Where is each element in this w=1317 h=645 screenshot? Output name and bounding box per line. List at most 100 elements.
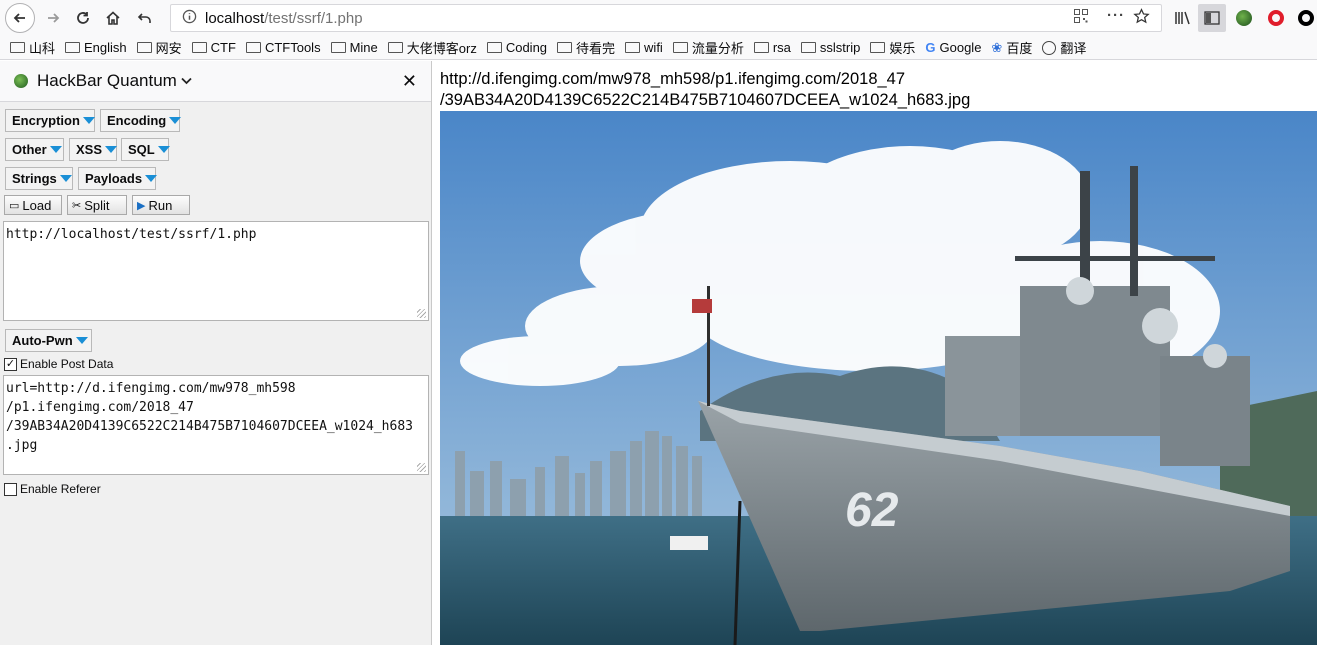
more-icon[interactable]: ···	[1107, 7, 1125, 24]
home-icon[interactable]	[99, 4, 127, 32]
opera-icon[interactable]	[1264, 4, 1288, 32]
bookmark-label: 大佬博客orz	[406, 41, 477, 56]
address-bar[interactable]: localhost/test/ssrf/1.php ···	[170, 4, 1162, 32]
menu-label: Strings	[12, 171, 57, 186]
load-button[interactable]: ▭ Load	[4, 195, 62, 215]
bookmark-translate[interactable]: 翻译	[1042, 38, 1086, 57]
bookmark-label: 翻译	[1060, 41, 1087, 56]
checkbox-label: Enable Post Data	[20, 357, 114, 371]
undo-icon[interactable]	[131, 4, 159, 32]
folder-icon	[10, 42, 25, 53]
menu-label: Auto-Pwn	[12, 333, 73, 348]
chevron-down-icon[interactable]	[181, 74, 192, 88]
library-icon[interactable]	[1170, 4, 1196, 32]
bookmark-label: CTF	[210, 40, 236, 55]
bookmarks-bar: 山科 English 网安 CTF CTFTools Mine 大佬博客orz …	[0, 36, 1317, 60]
bookmark-label: 待看完	[576, 41, 616, 56]
checkbox-checked-icon[interactable]: ✓	[4, 357, 17, 371]
checkbox-unchecked-icon[interactable]	[4, 482, 17, 496]
run-button[interactable]: ▶ Run	[132, 195, 190, 215]
globe-icon	[1042, 40, 1057, 55]
sidebar-title[interactable]: HackBar Quantum	[37, 71, 177, 91]
other-menu[interactable]: Other	[5, 138, 64, 161]
bookmark-folder[interactable]: CTF	[191, 40, 236, 55]
folder-icon	[191, 42, 207, 53]
sidebar-icon[interactable]	[1198, 4, 1226, 32]
folder-icon	[557, 42, 573, 53]
bookmark-folder[interactable]: 大佬博客orz	[387, 38, 477, 57]
hackbar-sidebar: HackBar Quantum ✕ Encryption Encoding Ot…	[0, 61, 432, 645]
sql-menu[interactable]: SQL	[121, 138, 170, 161]
bookmark-folder[interactable]: Mine	[330, 40, 378, 55]
post-data-textarea[interactable]: url=http://d.ifengimg.com/mw978_mh598 /p…	[3, 375, 429, 475]
folder-icon	[245, 42, 261, 53]
dropdown-arrow-icon	[145, 175, 158, 182]
dropdown-arrow-icon	[157, 146, 170, 153]
dropdown-arrow-icon	[59, 175, 72, 182]
xss-menu[interactable]: XSS	[69, 138, 118, 161]
response-url-line: http://d.ifengimg.com/mw978_mh598/p1.ife…	[440, 70, 906, 88]
encoding-menu[interactable]: Encoding	[100, 109, 182, 132]
bookmark-google[interactable]: G Google	[925, 40, 981, 55]
close-icon[interactable]: ✕	[402, 71, 417, 92]
autopwn-menu[interactable]: Auto-Pwn	[5, 329, 92, 352]
bookmark-label: 百度	[1006, 41, 1033, 56]
run-icon: ▶	[137, 199, 146, 212]
folder-icon	[486, 42, 502, 53]
url-text[interactable]: localhost/test/ssrf/1.php	[205, 10, 363, 27]
resize-grip-icon[interactable]	[417, 463, 426, 472]
strings-menu[interactable]: Strings	[5, 167, 73, 190]
payloads-menu[interactable]: Payloads	[78, 167, 158, 190]
reload-icon[interactable]	[69, 4, 97, 32]
folder-icon	[672, 42, 688, 53]
warship-image: 62	[440, 111, 1317, 645]
enable-referer-checkbox[interactable]: Enable Referer	[4, 482, 101, 496]
bookmark-folder[interactable]: Coding	[486, 40, 547, 55]
info-icon[interactable]	[179, 9, 199, 27]
bookmark-label: CTFTools	[264, 40, 321, 55]
bookmark-label: 山科	[29, 41, 56, 56]
bookmark-folder[interactable]: CTFTools	[245, 40, 321, 55]
url-host: localhost	[205, 9, 265, 27]
bookmark-folder[interactable]: 流量分析	[672, 38, 744, 57]
baidu-paw-icon: ❀	[991, 39, 1003, 55]
bookmark-folder[interactable]: 网安	[136, 38, 182, 57]
bookmark-folder[interactable]: 山科	[10, 38, 55, 57]
bookmark-folder[interactable]: sslstrip	[800, 40, 860, 55]
bookmark-folder[interactable]: 娱乐	[870, 38, 915, 57]
dropdown-arrow-icon	[82, 117, 95, 124]
folder-icon	[65, 42, 81, 53]
star-icon[interactable]	[1133, 8, 1150, 29]
qr-icon[interactable]	[1073, 8, 1089, 28]
folder-icon	[625, 42, 641, 53]
bookmark-folder[interactable]: 待看完	[557, 38, 615, 57]
bookmark-baidu[interactable]: ❀ 百度	[991, 38, 1032, 57]
bookmark-label: rsa	[772, 40, 791, 55]
response-url-line: /39AB34A20D4139C6522C214B475B7104607DCEE…	[440, 91, 971, 109]
folder-icon	[753, 42, 769, 53]
post-data-value: url=http://d.ifengimg.com/mw978_mh598 /p…	[6, 381, 413, 453]
split-icon: ✂	[72, 199, 82, 212]
checkbox-label: Enable Referer	[20, 482, 101, 496]
bookmark-label: 网安	[155, 41, 182, 56]
hackbar-icon[interactable]	[1232, 4, 1256, 32]
dropdown-arrow-icon	[105, 146, 118, 153]
forward-icon[interactable]	[39, 4, 67, 32]
bookmark-folder[interactable]: rsa	[753, 40, 791, 55]
circle-icon[interactable]	[1295, 4, 1317, 32]
menu-label: Encryption	[12, 113, 80, 128]
load-icon: ▭	[9, 199, 20, 212]
bookmark-label: wifi	[644, 40, 663, 55]
sidebar-header: HackBar Quantum ✕	[0, 61, 431, 102]
split-button[interactable]: ✂ Split	[67, 195, 127, 215]
google-icon: G	[925, 40, 936, 55]
enable-post-checkbox[interactable]: ✓ Enable Post Data	[4, 357, 113, 371]
resize-grip-icon[interactable]	[417, 309, 426, 318]
bookmark-folder[interactable]: wifi	[625, 40, 663, 55]
button-label: Run	[148, 197, 173, 213]
menu-label: Encoding	[107, 113, 167, 128]
bookmark-folder[interactable]: English	[65, 40, 127, 55]
url-textarea[interactable]: http://localhost/test/ssrf/1.php	[3, 221, 429, 321]
encryption-menu[interactable]: Encryption	[5, 109, 95, 132]
back-icon[interactable]	[5, 3, 35, 33]
